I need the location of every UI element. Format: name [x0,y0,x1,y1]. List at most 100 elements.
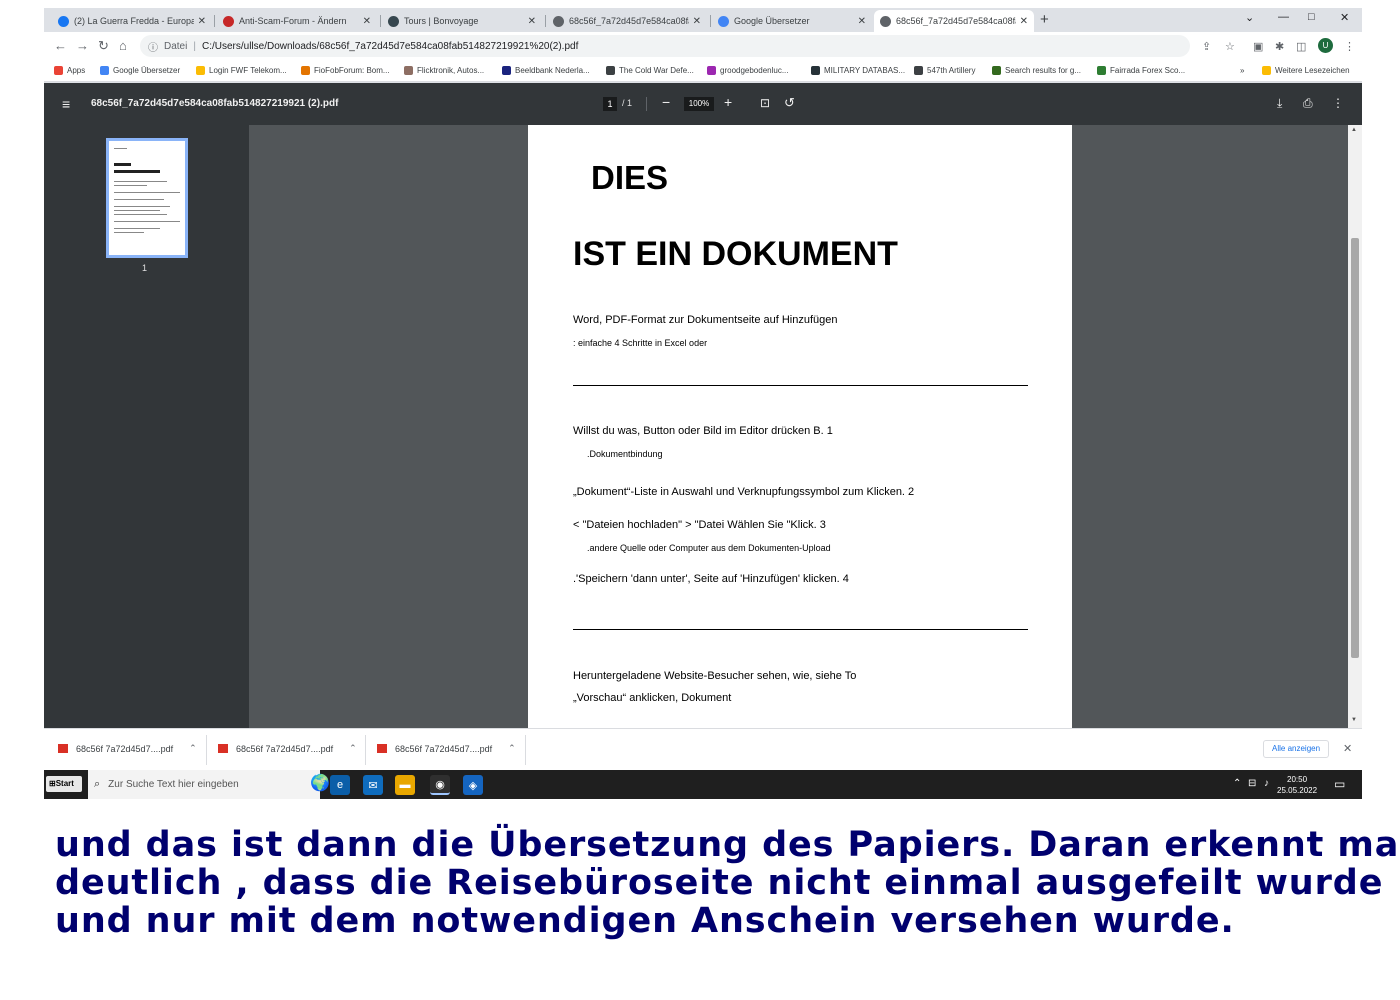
tab-3[interactable]: Tours | Bonvoyage ✕ [382,10,542,32]
page-thumbnail[interactable] [106,138,188,258]
bookmark-military-database[interactable]: MILITARY DATABAS... [811,66,905,75]
chevron-up-icon[interactable]: ⌃ [508,743,516,754]
mail-icon[interactable]: ✉ [363,775,383,795]
chrome-icon[interactable]: ◉ [430,775,450,795]
facebook-icon [58,15,69,27]
tab-search-icon[interactable]: ⌄ [1245,11,1254,24]
close-icon[interactable]: ✕ [363,16,371,27]
file-explorer-icon[interactable]: ▬ [395,775,415,795]
more-options-icon[interactable]: ⋮ [1332,96,1344,110]
close-icon[interactable]: ✕ [693,16,701,27]
share-icon[interactable]: ⇪ [1202,40,1211,53]
close-icon[interactable]: ✕ [528,16,536,27]
download-filename: 68c56f 7a72d45d7....pdf [395,743,493,754]
taskbar-search-input[interactable]: ⌕ Zur Suche Text hier eingeben 🌍 [88,770,330,799]
close-icon[interactable]: ✕ [1343,742,1352,755]
bookmark-groodgebodenluc[interactable]: groodgebodenluc... [707,66,789,75]
scrollbar-thumb[interactable] [1351,238,1359,658]
info-icon[interactable]: ⓘ [148,39,158,54]
vertical-scrollbar[interactable]: ▲ ▼ [1348,125,1362,728]
volume-icon[interactable]: ♪ [1264,778,1269,789]
star-icon[interactable]: ☆ [1225,40,1235,53]
page-number-input[interactable]: 1 [603,97,617,111]
forum-icon [223,15,234,27]
caption-line: und das ist dann die Übersetzung des Pap… [55,825,1400,865]
home-icon[interactable]: ⌂ [119,38,127,53]
forum-icon [301,66,310,75]
download-item[interactable]: 68c56f 7a72d45d7....pdf ⌃ [58,743,197,754]
address-scheme: Datei [164,40,188,52]
forward-icon[interactable]: → [76,38,89,53]
kebab-menu-icon[interactable]: ⋮ [1344,40,1355,53]
bookmark-telekom[interactable]: Login FWF Telekom... [196,66,287,75]
tab-1[interactable]: (2) La Guerra Fredda - Europa | F... ✕ [52,10,212,32]
close-icon[interactable]: ✕ [858,16,866,27]
bookmark-label: Weitere Lesezeichen [1275,66,1350,75]
address-url[interactable]: C:/Users/ullse/Downloads/68c56f_7a72d45d… [202,41,578,52]
chevron-up-icon[interactable]: ⌃ [349,743,357,754]
download-icon[interactable]: ⤓ [1277,96,1282,111]
show-all-downloads-button[interactable]: Alle anzeigen [1263,740,1330,758]
bookmark-beeldbank[interactable]: Beeldbank Nederla... [502,66,590,75]
maximize-icon[interactable]: □ [1308,11,1315,23]
print-icon[interactable]: ⎙ [1303,96,1313,111]
chevron-up-icon[interactable]: ⌃ [189,743,197,754]
extension-icon[interactable]: ▣ [1253,40,1263,53]
minimize-icon[interactable]: — [1278,11,1289,23]
network-icon[interactable]: ⊟ [1248,778,1256,789]
search-icon: ⌕ [94,778,101,790]
puzzle-icon[interactable]: ✱ [1275,40,1284,53]
close-icon[interactable]: ✕ [1020,16,1028,27]
zoom-out-icon[interactable]: − [662,94,670,110]
shield-icon [992,66,1001,75]
bookmark-forum[interactable]: FioFobForum: Bom... [301,66,390,75]
tab-5[interactable]: Google Übersetzer ✕ [712,10,872,32]
globe-icon [553,15,564,27]
fit-page-icon[interactable]: ⊡ [760,96,770,110]
scroll-up-icon[interactable]: ▲ [1351,127,1357,133]
tab-strip: (2) La Guerra Fredda - Europa | F... ✕ A… [44,8,1362,32]
reload-icon[interactable]: ↻ [98,38,109,54]
bookmark-547th-artillery[interactable]: 547th Artillery [914,66,975,75]
profile-avatar[interactable]: U [1318,38,1333,53]
tab-2[interactable]: Anti-Scam-Forum - Ändern ✕ [217,10,377,32]
tab-divider [710,15,711,27]
pdf-viewport[interactable]: DIES IST EIN DOKUMENT Word, PDF-Format z… [249,125,1348,728]
bookmarks-overflow-icon[interactable]: » [1240,66,1244,75]
edge-icon[interactable]: e [330,775,350,795]
translate-icon [718,15,729,27]
bookmark-label: groodgebodenluc... [720,66,789,75]
hamburger-menu-icon[interactable]: ≡ [62,96,70,112]
back-icon[interactable]: ← [54,38,67,53]
bookmark-google-translate[interactable]: Google Übersetzer [100,66,180,75]
bookmark-apps[interactable]: Apps [54,66,85,75]
document-line: Word, PDF-Format zur Dokumentseite auf H… [573,314,838,326]
screenshot: (2) La Guerra Fredda - Europa | F... ✕ A… [44,8,1362,799]
start-button[interactable]: ⊞Start [46,776,82,792]
rotate-icon[interactable]: ↺ [784,95,795,111]
zoom-input[interactable]: 100% [684,97,714,111]
sidepanel-icon[interactable]: ◫ [1296,40,1306,53]
bookmark-label: 547th Artillery [927,66,976,75]
zoom-in-icon[interactable]: + [724,94,732,110]
bookmark-more-folder[interactable]: Weitere Lesezeichen [1262,66,1350,75]
bookmark-search-results[interactable]: Search results for g... [992,66,1081,75]
notification-icon[interactable]: ▭ [1334,777,1345,791]
window-close-icon[interactable]: ✕ [1340,11,1349,24]
address-bar[interactable]: ⓘ Datei | C:/Users/ullse/Downloads/68c56… [140,35,1190,57]
new-tab-button[interactable]: + [1040,11,1049,28]
bookmark-label: Login FWF Telekom... [209,66,287,75]
clock[interactable]: 20:50 25.05.2022 [1277,774,1317,796]
tray-chevron-icon[interactable]: ⌃ [1233,778,1241,789]
bookmark-cold-war[interactable]: The Cold War Defe... [606,66,694,75]
bookmark-forex[interactable]: Fairrada Forex Sco... [1097,66,1185,75]
close-icon[interactable]: ✕ [198,16,206,27]
tab-4[interactable]: 68c56f_7a72d45d7e584ca08fab5... ✕ [547,10,707,32]
app-icon[interactable]: ◈ [463,775,483,795]
bookmark-flicktronik[interactable]: Flicktronik, Autos... [404,66,484,75]
download-item[interactable]: 68c56f 7a72d45d7....pdf ⌃ [218,743,357,754]
scroll-down-icon[interactable]: ▼ [1351,717,1357,723]
download-item[interactable]: 68c56f 7a72d45d7....pdf ⌃ [377,743,516,754]
pdf-page: DIES IST EIN DOKUMENT Word, PDF-Format z… [528,125,1072,728]
tab-6-active[interactable]: 68c56f_7a72d45d7e584ca08fab5... ✕ [874,10,1034,32]
